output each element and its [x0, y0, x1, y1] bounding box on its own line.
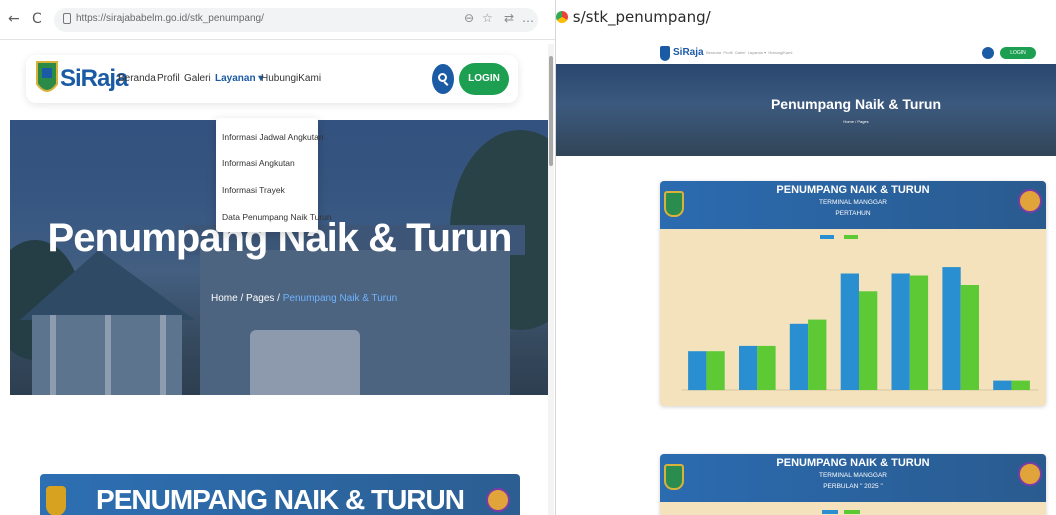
hero-title: Penumpang Naik & Turun [770, 96, 942, 112]
left-browser-window: ← C https://sirajababelm.go.id/stk_penum… [0, 0, 556, 515]
legend-swatch-turun [844, 510, 860, 514]
menu-item-informasi-angkutan[interactable]: Informasi Angkutan [222, 158, 295, 168]
menu-item-jadwal-angkutan[interactable]: Informasi Jadwal Angkutan [222, 132, 324, 142]
bar-series-1-3[interactable] [859, 291, 878, 390]
site-navbar: SiRaja Beranda Profil Galeri Layanan ▾ H… [26, 55, 518, 103]
search-icon-handle [443, 81, 449, 86]
nav-item-profil[interactable]: Profil [723, 50, 732, 55]
chart-card-pertahun: PENUMPANG NAIK & TURUN TERMINAL MANGGAR … [660, 181, 1046, 406]
breadcrumb-separator: / [237, 293, 247, 304]
breadcrumb: Home / Pages / Penumpang Naik & Turun [211, 293, 397, 304]
nav-item-layanan[interactable]: Layanan ▾ [215, 73, 263, 84]
bar-series-1-1[interactable] [757, 345, 776, 390]
legend-swatch [820, 235, 834, 239]
back-arrow-icon[interactable]: ← [8, 11, 20, 27]
section-title: PENUMPANG NAIK & TURUN [96, 484, 465, 515]
nav-item-layanan[interactable]: Layanan ▾ [748, 50, 766, 55]
scrollbar-track[interactable] [548, 44, 554, 515]
nav-item-galeri[interactable]: Galeri [735, 50, 746, 55]
bar-series-0-5[interactable] [942, 267, 961, 390]
bar-series-1-2[interactable] [808, 319, 827, 390]
bar-series-1-6[interactable] [1011, 380, 1030, 390]
transport-globe-icon [1018, 189, 1042, 213]
login-button[interactable]: LOGIN [1000, 47, 1036, 59]
bar-series-0-4[interactable] [891, 273, 910, 391]
chart-subtitle-period: PERTAHUN [835, 210, 871, 217]
breadcrumb-current: Penumpang Naik & Turun [282, 293, 398, 304]
nav-item-hubungi-kami[interactable]: HubungiKami [768, 50, 792, 55]
more-icon[interactable]: … [522, 11, 534, 25]
bar-series-1-4[interactable] [909, 275, 929, 391]
layanan-dropdown-menu: Informasi Jadwal Angkutan Informasi Angk… [216, 118, 332, 232]
url-fragment-text[interactable]: s/stk_penumpang/ [573, 8, 711, 26]
browser-logo-icon [556, 11, 568, 23]
breadcrumb-separator: / [274, 293, 283, 304]
siraja-logo-icon[interactable] [660, 46, 670, 61]
chart-card-header: PENUMPANG NAIK & TURUN TERMINAL MANGGAR … [660, 454, 1046, 502]
chart-subtitle-terminal: TERMINAL MANGGAR [818, 472, 887, 479]
reading-view-icon[interactable]: ⇄ [504, 11, 514, 25]
bar-series-1-5[interactable] [960, 285, 979, 390]
bar-series-0-2[interactable] [789, 323, 809, 390]
chart-title: PENUMPANG NAIK & TURUN [776, 457, 930, 469]
address-bar-fragment[interactable]: s/stk_penumpang/ [556, 8, 711, 26]
bar-series-1-0[interactable] [706, 351, 725, 391]
breadcrumb: Home / Pages [843, 119, 869, 124]
zoom-icon[interactable]: ⊖ [464, 11, 474, 25]
scrollbar-thumb[interactable] [549, 56, 553, 166]
transport-globe-icon [486, 488, 510, 512]
right-browser-window: s/stk_penumpang/ SiRaja Beranda Profil G… [556, 0, 1056, 515]
menu-item-data-penumpang[interactable]: Data Penumpang Naik Turun [222, 212, 332, 222]
section-header-card: PENUMPANG NAIK & TURUN [40, 474, 520, 515]
legend-swatch-naik [822, 510, 838, 514]
bar-chart [682, 235, 1038, 391]
bar-series-0-0[interactable] [688, 351, 707, 391]
nav-item-profil[interactable]: Profil [157, 73, 180, 84]
legend-swatch [844, 235, 858, 239]
nav-item-beranda[interactable]: Beranda [118, 73, 156, 84]
address-bar[interactable]: https://sirajababelm.go.id/stk_penumpang… [54, 8, 538, 32]
site-logo-text[interactable]: SiRaja [673, 47, 704, 58]
url-text[interactable]: https://sirajababelm.go.id/stk_penumpang… [76, 13, 264, 24]
transport-globe-icon [1018, 462, 1042, 486]
reload-icon[interactable]: C [32, 11, 42, 27]
chart-card-header: PENUMPANG NAIK & TURUN TERMINAL MANGGAR … [660, 181, 1046, 229]
chart-title: PENUMPANG NAIK & TURUN [776, 184, 930, 196]
page-info-icon[interactable] [63, 13, 71, 24]
breadcrumb-home[interactable]: Home [211, 293, 238, 304]
bar-series-0-6[interactable] [993, 380, 1012, 390]
bar-series-0-1[interactable] [739, 345, 758, 390]
search-button[interactable] [982, 47, 994, 59]
bookmark-star-icon[interactable]: ☆ [482, 11, 493, 25]
nav-item-beranda[interactable]: Beranda [706, 50, 721, 55]
hero-banner-small: Penumpang Naik & Turun Home / Pages [556, 64, 1056, 156]
chart-card-perbulan: PENUMPANG NAIK & TURUN TERMINAL MANGGAR … [660, 454, 1046, 515]
siraja-logo-icon[interactable] [36, 60, 58, 98]
login-button[interactable]: LOGIN [459, 63, 509, 95]
site-navbar-small: SiRaja Beranda Profil Galeri Layanan ▾ H… [556, 42, 1040, 64]
breadcrumb-pages[interactable]: Pages [246, 293, 274, 304]
chart-subtitle-period: PERBULAN " 2025 " [823, 483, 883, 490]
browser-toolbar: ← C https://sirajababelm.go.id/stk_penum… [0, 0, 556, 40]
nav-item-hubungi-kami[interactable]: HubungiKami [261, 73, 321, 84]
menu-item-informasi-trayek[interactable]: Informasi Trayek [222, 185, 285, 195]
chart-subtitle-terminal: TERMINAL MANGGAR [818, 199, 887, 206]
login-label: LOGIN [468, 73, 500, 84]
nav-items-small[interactable]: Beranda Profil Galeri Layanan ▾ HubungiK… [706, 50, 792, 55]
bar-series-0-3[interactable] [840, 273, 859, 391]
nav-item-galeri[interactable]: Galeri [184, 73, 211, 84]
search-button[interactable] [432, 64, 454, 94]
search-icon [438, 73, 447, 82]
